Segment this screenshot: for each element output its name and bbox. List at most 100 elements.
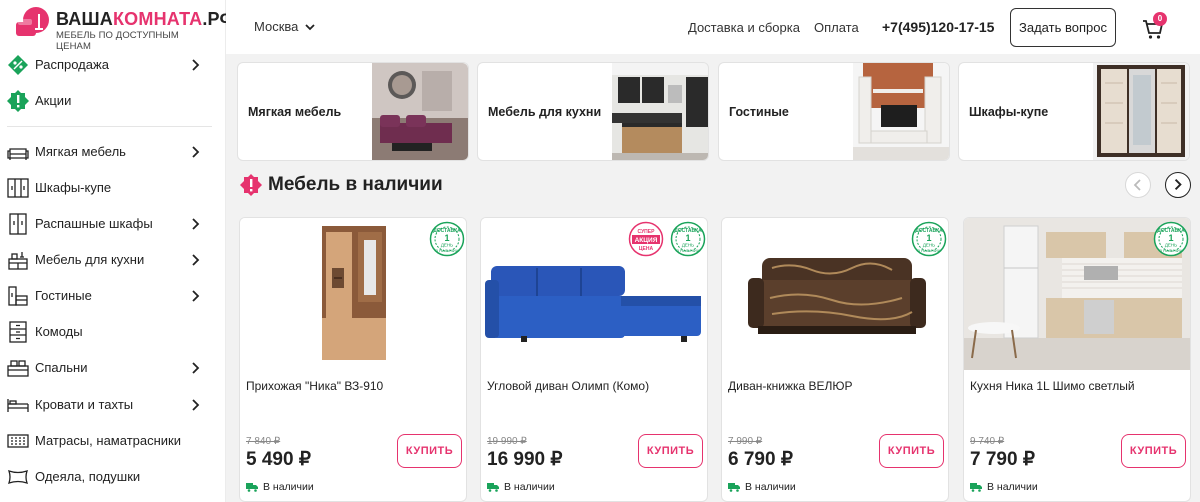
sidebar: ВАШАКОМНАТА.РФ МЕБЕЛЬ ПО ДОСТУПНЫМ ЦЕНАМ… xyxy=(0,0,235,502)
sidebar-item-mattresses[interactable]: Матрасы, наматрасники xyxy=(0,423,226,459)
category-card-kitchen[interactable]: Мебель для кухни xyxy=(477,62,709,161)
chevron-right-icon xyxy=(1174,179,1182,190)
category-label: Мягкая мебель xyxy=(248,105,342,119)
sidebar-item-bedrooms[interactable]: Спальни xyxy=(0,350,226,386)
truck-icon xyxy=(246,483,258,492)
category-card-wardrobes[interactable]: Шкафы-купе xyxy=(958,62,1190,161)
sidebar-item-living-rooms[interactable]: Гостиные xyxy=(0,278,226,314)
percent-tag-icon xyxy=(8,55,28,75)
delivery-badge-unit: ДЕНЬ xyxy=(923,243,935,248)
truck-icon xyxy=(970,483,982,492)
category-image xyxy=(1093,63,1189,160)
sidebar-item-soft-furniture[interactable]: Мягкая мебель xyxy=(0,134,226,170)
delivery-badge-bottom: В НАЛИЧИИ xyxy=(676,248,699,253)
delivery-badge-unit: ДЕНЬ xyxy=(682,243,694,248)
delivery-badge-num: 1 xyxy=(685,233,690,243)
buy-button[interactable]: КУПИТЬ xyxy=(638,434,703,468)
delivery-badge-unit: ДЕНЬ xyxy=(441,243,453,248)
section-title: Мебель в наличии xyxy=(268,174,443,195)
delivery-badge: ДОСТАВКА 1 ДЕНЬ В НАЛИЧИИ xyxy=(429,221,465,257)
chevron-right-icon xyxy=(192,399,200,411)
stock-label: В наличии xyxy=(745,481,796,493)
stock-status: В наличии xyxy=(728,481,796,493)
delivery-badge-num: 1 xyxy=(926,233,931,243)
sidebar-item-label: Одеяла, подушки xyxy=(35,469,141,484)
kitchen-icon xyxy=(8,252,28,270)
sidebar-item-sale[interactable]: Распродажа xyxy=(0,47,226,83)
product-old-price: 19 990 ₽ xyxy=(487,436,527,447)
chevron-right-icon xyxy=(192,59,200,71)
carousel-prev-button[interactable] xyxy=(1125,172,1151,198)
product-name[interactable]: Прихожая "Ника" ВЗ-910 xyxy=(246,379,383,393)
promo-badge: СУПЕР АКЦИЯ ЦЕНА xyxy=(628,221,664,257)
product-price: 16 990 ₽ xyxy=(487,449,563,470)
stock-status: В наличии xyxy=(487,481,555,493)
product-name[interactable]: Кухня Ника 1L Шимо светлый xyxy=(970,379,1135,393)
buy-button[interactable]: КУПИТЬ xyxy=(879,434,944,468)
buy-button[interactable]: КУПИТЬ xyxy=(1121,434,1186,468)
cabinet-icon xyxy=(9,213,27,235)
sidebar-item-label: Акции xyxy=(35,93,72,108)
delivery-badge: ДОСТАВКА 1 ДЕНЬ В НАЛИЧИИ xyxy=(670,221,706,257)
delivery-link[interactable]: Доставка и сборка xyxy=(688,20,800,35)
product-card[interactable]: ДОСТАВКА 1 ДЕНЬ В НАЛИЧИИ Прихожая "Ника… xyxy=(239,217,467,502)
product-card[interactable]: СУПЕР АКЦИЯ ЦЕНА ДОСТАВКА 1 ДЕНЬ В НАЛИЧ… xyxy=(480,217,708,502)
sidebar-item-wardrobes[interactable]: Шкафы-купе xyxy=(0,170,226,206)
phone-number[interactable]: +7(495)120-17-15 xyxy=(882,19,994,35)
stock-label: В наличии xyxy=(504,481,555,493)
promo-badge-mid: АКЦИЯ xyxy=(635,237,658,244)
stock-status: В наличии xyxy=(970,481,1038,493)
chevron-right-icon xyxy=(192,146,200,158)
sidebar-divider xyxy=(7,126,212,127)
buy-button[interactable]: КУПИТЬ xyxy=(397,434,462,468)
category-label: Мебель для кухни xyxy=(488,105,602,119)
carousel-next-button[interactable] xyxy=(1165,172,1191,198)
product-name[interactable]: Диван-книжка ВЕЛЮР xyxy=(728,379,853,393)
wardrobe-icon xyxy=(7,178,29,198)
sidebar-item-label: Распашные шкафы xyxy=(35,216,153,231)
city-label: Москва xyxy=(254,19,299,34)
bedroom-icon xyxy=(7,360,29,377)
promo-badge-top: СУПЕР xyxy=(638,229,656,235)
product-old-price: 7 840 ₽ xyxy=(246,436,281,447)
sidebar-item-label: Спальни xyxy=(35,360,88,375)
promo-badge-bottom: ЦЕНА xyxy=(639,246,654,252)
category-card-living-rooms[interactable]: Гостиные xyxy=(718,62,950,161)
delivery-badge-num: 1 xyxy=(444,233,449,243)
logo-title: ВАШАКОМНАТА.РФ xyxy=(56,9,236,29)
category-image xyxy=(853,63,949,160)
delivery-badge-unit: ДЕНЬ xyxy=(1165,243,1177,248)
bed-icon xyxy=(7,399,29,412)
sidebar-item-beds[interactable]: Кровати и тахты xyxy=(0,387,226,423)
sidebar-item-blankets[interactable]: Одеяла, подушки xyxy=(0,459,226,495)
product-card[interactable]: ДОСТАВКА 1 ДЕНЬ В НАЛИЧИИ Кухня Ника 1L … xyxy=(963,217,1191,502)
payment-link[interactable]: Оплата xyxy=(814,20,859,35)
sidebar-item-label: Шкафы-купе xyxy=(35,180,112,195)
product-price: 6 790 ₽ xyxy=(728,449,793,470)
stock-label: В наличии xyxy=(263,481,314,493)
top-header: Москва Доставка и сборка Оплата +7(495)1… xyxy=(226,0,1200,54)
stock-label: В наличии xyxy=(987,481,1038,493)
sidebar-item-kitchen[interactable]: Мебель для кухни xyxy=(0,242,226,278)
sidebar-item-label: Комоды xyxy=(35,324,83,339)
pillow-icon xyxy=(7,469,29,485)
category-image xyxy=(612,63,708,160)
exclamation-badge-icon xyxy=(7,90,29,112)
category-card-soft-furniture[interactable]: Мягкая мебель xyxy=(237,62,469,161)
delivery-badge-num: 1 xyxy=(1168,233,1173,243)
delivery-badge: ДОСТАВКА 1 ДЕНЬ В НАЛИЧИИ xyxy=(1153,221,1189,257)
sidebar-item-swing-wardrobes[interactable]: Распашные шкафы xyxy=(0,206,226,242)
ask-question-button[interactable]: Задать вопрос xyxy=(1010,8,1116,47)
category-label: Шкафы-купе xyxy=(969,105,1049,119)
city-selector[interactable]: Москва xyxy=(254,19,316,34)
site-logo[interactable]: ВАШАКОМНАТА.РФ МЕБЕЛЬ ПО ДОСТУПНЫМ ЦЕНАМ xyxy=(14,6,235,52)
product-card[interactable]: ДОСТАВКА 1 ДЕНЬ В НАЛИЧИИ Диван-книжка В… xyxy=(721,217,949,502)
living-room-icon xyxy=(8,286,28,306)
sidebar-item-promotions[interactable]: Акции xyxy=(0,83,226,119)
product-name[interactable]: Угловой диван Олимп (Комо) xyxy=(487,379,649,393)
sidebar-item-dressers[interactable]: Комоды xyxy=(0,314,226,350)
product-price: 7 790 ₽ xyxy=(970,449,1035,470)
chevron-right-icon xyxy=(192,362,200,374)
truck-icon xyxy=(487,483,499,492)
chevron-right-icon xyxy=(192,290,200,302)
